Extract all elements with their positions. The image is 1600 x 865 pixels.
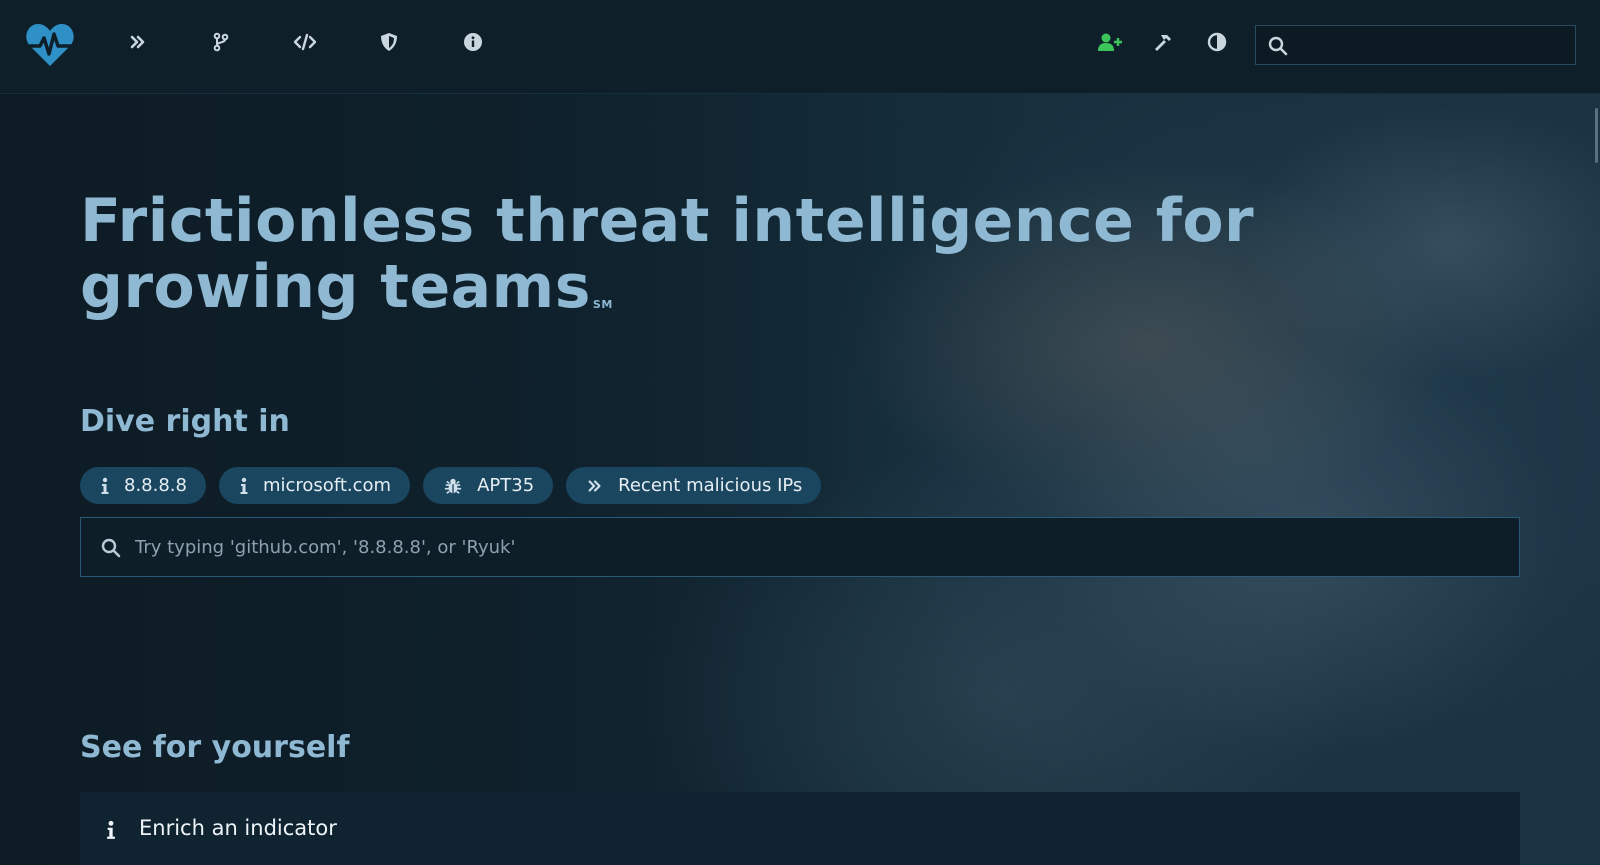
info-icon: [101, 477, 109, 494]
headline-text: Frictionless threat intelligence for gro…: [80, 186, 1255, 322]
search-icon: [101, 538, 121, 558]
user-plus-icon[interactable]: [1096, 30, 1124, 54]
hammer-icon[interactable]: [1151, 30, 1175, 54]
hero-headline: Frictionless threat intelligence for gro…: [80, 188, 1540, 320]
card-label: Enrich an indicator: [139, 816, 337, 840]
code-branch-icon[interactable]: [209, 30, 233, 54]
code-icon[interactable]: [293, 30, 317, 54]
pill-8-8-8-8[interactable]: 8.8.8.8: [80, 467, 206, 504]
pill-label: APT35: [477, 475, 535, 496]
main-search-input[interactable]: [135, 518, 1505, 576]
top-search-input[interactable]: [1298, 26, 1568, 64]
search-icon: [1268, 36, 1288, 56]
pill-microsoft-com[interactable]: microsoft.com: [218, 467, 411, 504]
scrollbar[interactable]: [1595, 108, 1598, 163]
pill-label: Recent malicious IPs: [618, 475, 803, 496]
pill-apt35[interactable]: APT35: [423, 467, 554, 504]
info-icon: [107, 820, 115, 839]
info-icon: [240, 477, 248, 494]
pill-recent-malicious-ips[interactable]: Recent malicious IPs: [566, 467, 822, 504]
pill-label: 8.8.8.8: [124, 475, 187, 496]
top-search-box: [1255, 25, 1576, 65]
double-chevron-icon: [588, 479, 601, 492]
double-chevron-icon[interactable]: [126, 30, 150, 54]
info-circle-icon[interactable]: [461, 30, 485, 54]
service-mark: SM: [592, 298, 613, 311]
main-search-box: [80, 517, 1520, 577]
quick-search-pills: 8.8.8.8 microsoft.com APT35 Recent malic…: [80, 467, 822, 504]
top-navigation-bar: [0, 0, 1600, 94]
dive-in-heading: Dive right in: [80, 404, 290, 439]
heartbeat-logo-icon[interactable]: [25, 22, 75, 68]
bug-icon: [444, 478, 462, 494]
enrich-indicator-card[interactable]: Enrich an indicator: [80, 792, 1520, 865]
contrast-icon[interactable]: [1205, 30, 1229, 54]
pill-label: microsoft.com: [262, 475, 392, 496]
see-for-yourself-heading: See for yourself: [80, 730, 350, 765]
shield-icon[interactable]: [377, 30, 401, 54]
